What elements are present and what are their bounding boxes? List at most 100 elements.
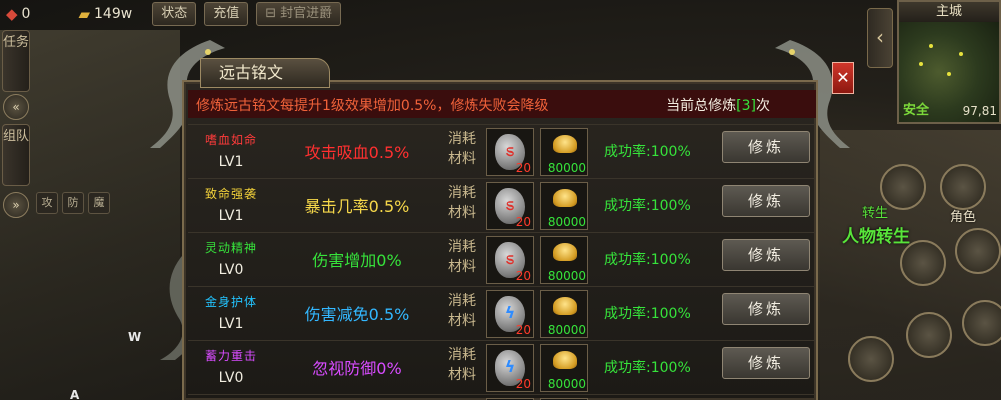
recharge-button[interactable]: 充值 bbox=[204, 2, 249, 26]
info-text: 修炼远古铭文每提升1级效果增加0.5%，修炼失败会降级 bbox=[196, 98, 549, 114]
success-rate: 成功率:100% bbox=[604, 252, 691, 268]
gold-quantity: 80000 bbox=[547, 377, 586, 391]
lock-icon: ⊟ bbox=[265, 6, 277, 21]
coordinate-readout: 97,81 bbox=[962, 104, 997, 118]
rune-material-slot[interactable]: ϟ 20 bbox=[486, 290, 534, 338]
rune-quantity: 20 bbox=[515, 269, 531, 283]
inscription-name: 金身护体 bbox=[204, 295, 257, 309]
skill-button-shield[interactable] bbox=[906, 312, 952, 358]
consume-label-line2: 材料 bbox=[448, 259, 476, 275]
inscription-name: 致命强袭 bbox=[204, 187, 257, 201]
train-button[interactable]: 修炼 bbox=[722, 185, 810, 217]
rune-material-slot[interactable]: ಽ 20 bbox=[486, 182, 534, 230]
inscription-row: 嗜血如命 LV1 攻击吸血0.5% 消耗 材料 ಽ 20 80000 成功率:10… bbox=[188, 124, 816, 176]
skill-button-extra[interactable] bbox=[962, 300, 1001, 346]
consume-label: 消耗 材料 bbox=[444, 129, 480, 169]
gold-ingot-icon bbox=[553, 297, 577, 315]
success-rate: 成功率:100% bbox=[604, 198, 691, 214]
gold-ingot-icon bbox=[553, 351, 577, 369]
inscription-row: 蓄力重击 LV0 忽视防御0% 消耗 材料 ϟ 20 80000 成功率:100%… bbox=[188, 340, 816, 392]
safe-zone-label: 安全 bbox=[903, 103, 930, 118]
role-label: 角色 bbox=[950, 210, 977, 225]
success-rate: 成功率:100% bbox=[604, 360, 691, 376]
npc-dot bbox=[947, 72, 951, 76]
status-button[interactable]: 状态 bbox=[152, 2, 197, 26]
skill-button-armor[interactable] bbox=[848, 336, 894, 382]
train-button[interactable]: 修炼 bbox=[722, 293, 810, 325]
gold-quantity: 80000 bbox=[547, 323, 586, 337]
inscription-effect: 忽视防御0% bbox=[312, 359, 402, 378]
rebirth-label[interactable]: 人物转生 bbox=[842, 222, 910, 247]
rebirth-short-label: 转生 bbox=[862, 206, 889, 221]
minimap[interactable]: 主城 安全 97,81 bbox=[897, 0, 1001, 124]
inscription-level: LV0 bbox=[218, 370, 244, 386]
close-button[interactable]: ✕ bbox=[832, 62, 854, 94]
train-button[interactable]: 修炼 bbox=[722, 131, 810, 163]
team-tab-label: 组队 bbox=[3, 129, 30, 144]
inscription-name-cell: 嗜血如命 LV1 bbox=[188, 125, 274, 177]
joystick-w-marker: W bbox=[128, 330, 142, 344]
rune-material-slot[interactable]: ಽ 20 bbox=[486, 236, 534, 284]
gold-material-slot[interactable]: 80000 bbox=[540, 182, 588, 230]
expand-icon[interactable]: » bbox=[3, 192, 29, 218]
gold-material-slot[interactable]: 80000 bbox=[540, 344, 588, 392]
minimap-title: 主城 bbox=[899, 2, 999, 22]
total-suffix: 次 bbox=[756, 98, 770, 114]
inscription-row: 致命强袭 LV1 暴击几率0.5% 消耗 材料 ಽ 20 80000 成功率:10… bbox=[188, 178, 816, 230]
gold-material-slot[interactable]: 80000 bbox=[540, 236, 588, 284]
top-resource-bar: ◆ 0 ▰ 149w 状态 充值 ⊟ 封官进爵 bbox=[0, 0, 400, 28]
inscription-name-cell: 灵动精神 LV0 bbox=[188, 233, 274, 285]
inscription-level: LV1 bbox=[218, 316, 244, 332]
gold-amount: 149w bbox=[94, 6, 133, 22]
inscription-name-cell: 金身护体 LV1 bbox=[188, 287, 274, 339]
rune-material-slot[interactable]: ϟ 20 bbox=[486, 344, 534, 392]
gold-quantity: 80000 bbox=[547, 161, 586, 175]
rune-material-slot[interactable]: ಽ 20 bbox=[486, 128, 534, 176]
consume-label: 消耗 材料 bbox=[444, 291, 480, 331]
gold-quantity: 80000 bbox=[547, 269, 586, 283]
gold-ingot-icon bbox=[553, 189, 577, 207]
skill-button-sword[interactable] bbox=[900, 240, 946, 286]
gold-counter: ▰ 149w bbox=[78, 5, 132, 23]
consume-label-line1: 消耗 bbox=[448, 347, 476, 363]
consume-label-line2: 材料 bbox=[448, 151, 476, 167]
inscription-row: 金身护体 LV1 伤害减免0.5% 消耗 材料 ϟ 20 80000 成功率:10… bbox=[188, 286, 816, 338]
collapse-minimap-icon[interactable]: ‹ bbox=[867, 8, 893, 68]
inscription-name-cell: 致命强袭 LV1 bbox=[188, 179, 274, 231]
mini-tool-defense[interactable]: 防 bbox=[62, 192, 84, 214]
gold-ingot-icon bbox=[553, 243, 577, 261]
rune-quantity: 20 bbox=[515, 323, 531, 337]
dialog-title: 远古铭文 bbox=[200, 58, 330, 88]
npc-dot bbox=[919, 62, 923, 66]
ancient-inscription-dialog: 远古铭文 ✕ 修炼远古铭文每提升1级效果增加0.5%，修炼失败会降级 当前总修炼… bbox=[170, 58, 854, 400]
gold-material-slot[interactable]: 80000 bbox=[540, 290, 588, 338]
team-tab[interactable]: 组队 bbox=[2, 124, 30, 186]
mini-tools: 攻 防 魔 bbox=[36, 192, 110, 214]
role-button[interactable] bbox=[940, 164, 986, 210]
train-button[interactable]: 修炼 bbox=[722, 239, 810, 271]
train-button[interactable]: 修炼 bbox=[722, 347, 810, 379]
mini-tool-attack[interactable]: 攻 bbox=[36, 192, 58, 214]
inscription-level: LV1 bbox=[218, 154, 244, 170]
total-prefix: 当前总修炼 bbox=[666, 98, 737, 114]
gold-material-slot[interactable]: 80000 bbox=[540, 128, 588, 176]
inscription-row: 灵动精神 LV0 伤害增加0% 消耗 材料 ಽ 20 80000 成功率:100%… bbox=[188, 232, 816, 284]
collapse-left-icon[interactable]: « bbox=[3, 94, 29, 120]
gem-icon: ◆ bbox=[6, 5, 18, 23]
consume-label: 消耗 材料 bbox=[444, 237, 480, 277]
mini-tool-magic[interactable]: 魔 bbox=[88, 192, 110, 214]
task-tab[interactable]: 任务 bbox=[2, 30, 30, 92]
success-rate: 成功率:100% bbox=[604, 144, 691, 160]
inscription-row-partial bbox=[188, 394, 816, 400]
inscription-effect: 暴击几率0.5% bbox=[304, 197, 410, 216]
inscription-name: 嗜血如命 bbox=[204, 133, 257, 147]
skill-button-settings[interactable] bbox=[955, 228, 1001, 274]
inscription-level: LV1 bbox=[218, 208, 244, 224]
consume-label-line1: 消耗 bbox=[448, 131, 476, 147]
total-training-count: 当前总修炼[3]次 bbox=[666, 95, 770, 115]
npc-dot bbox=[959, 52, 963, 56]
inscription-effect: 伤害减免0.5% bbox=[304, 305, 410, 324]
inscription-name: 灵动精神 bbox=[204, 241, 257, 255]
title-promotion-button[interactable]: ⊟ 封官进爵 bbox=[256, 2, 342, 26]
inscription-level: LV0 bbox=[218, 262, 244, 278]
